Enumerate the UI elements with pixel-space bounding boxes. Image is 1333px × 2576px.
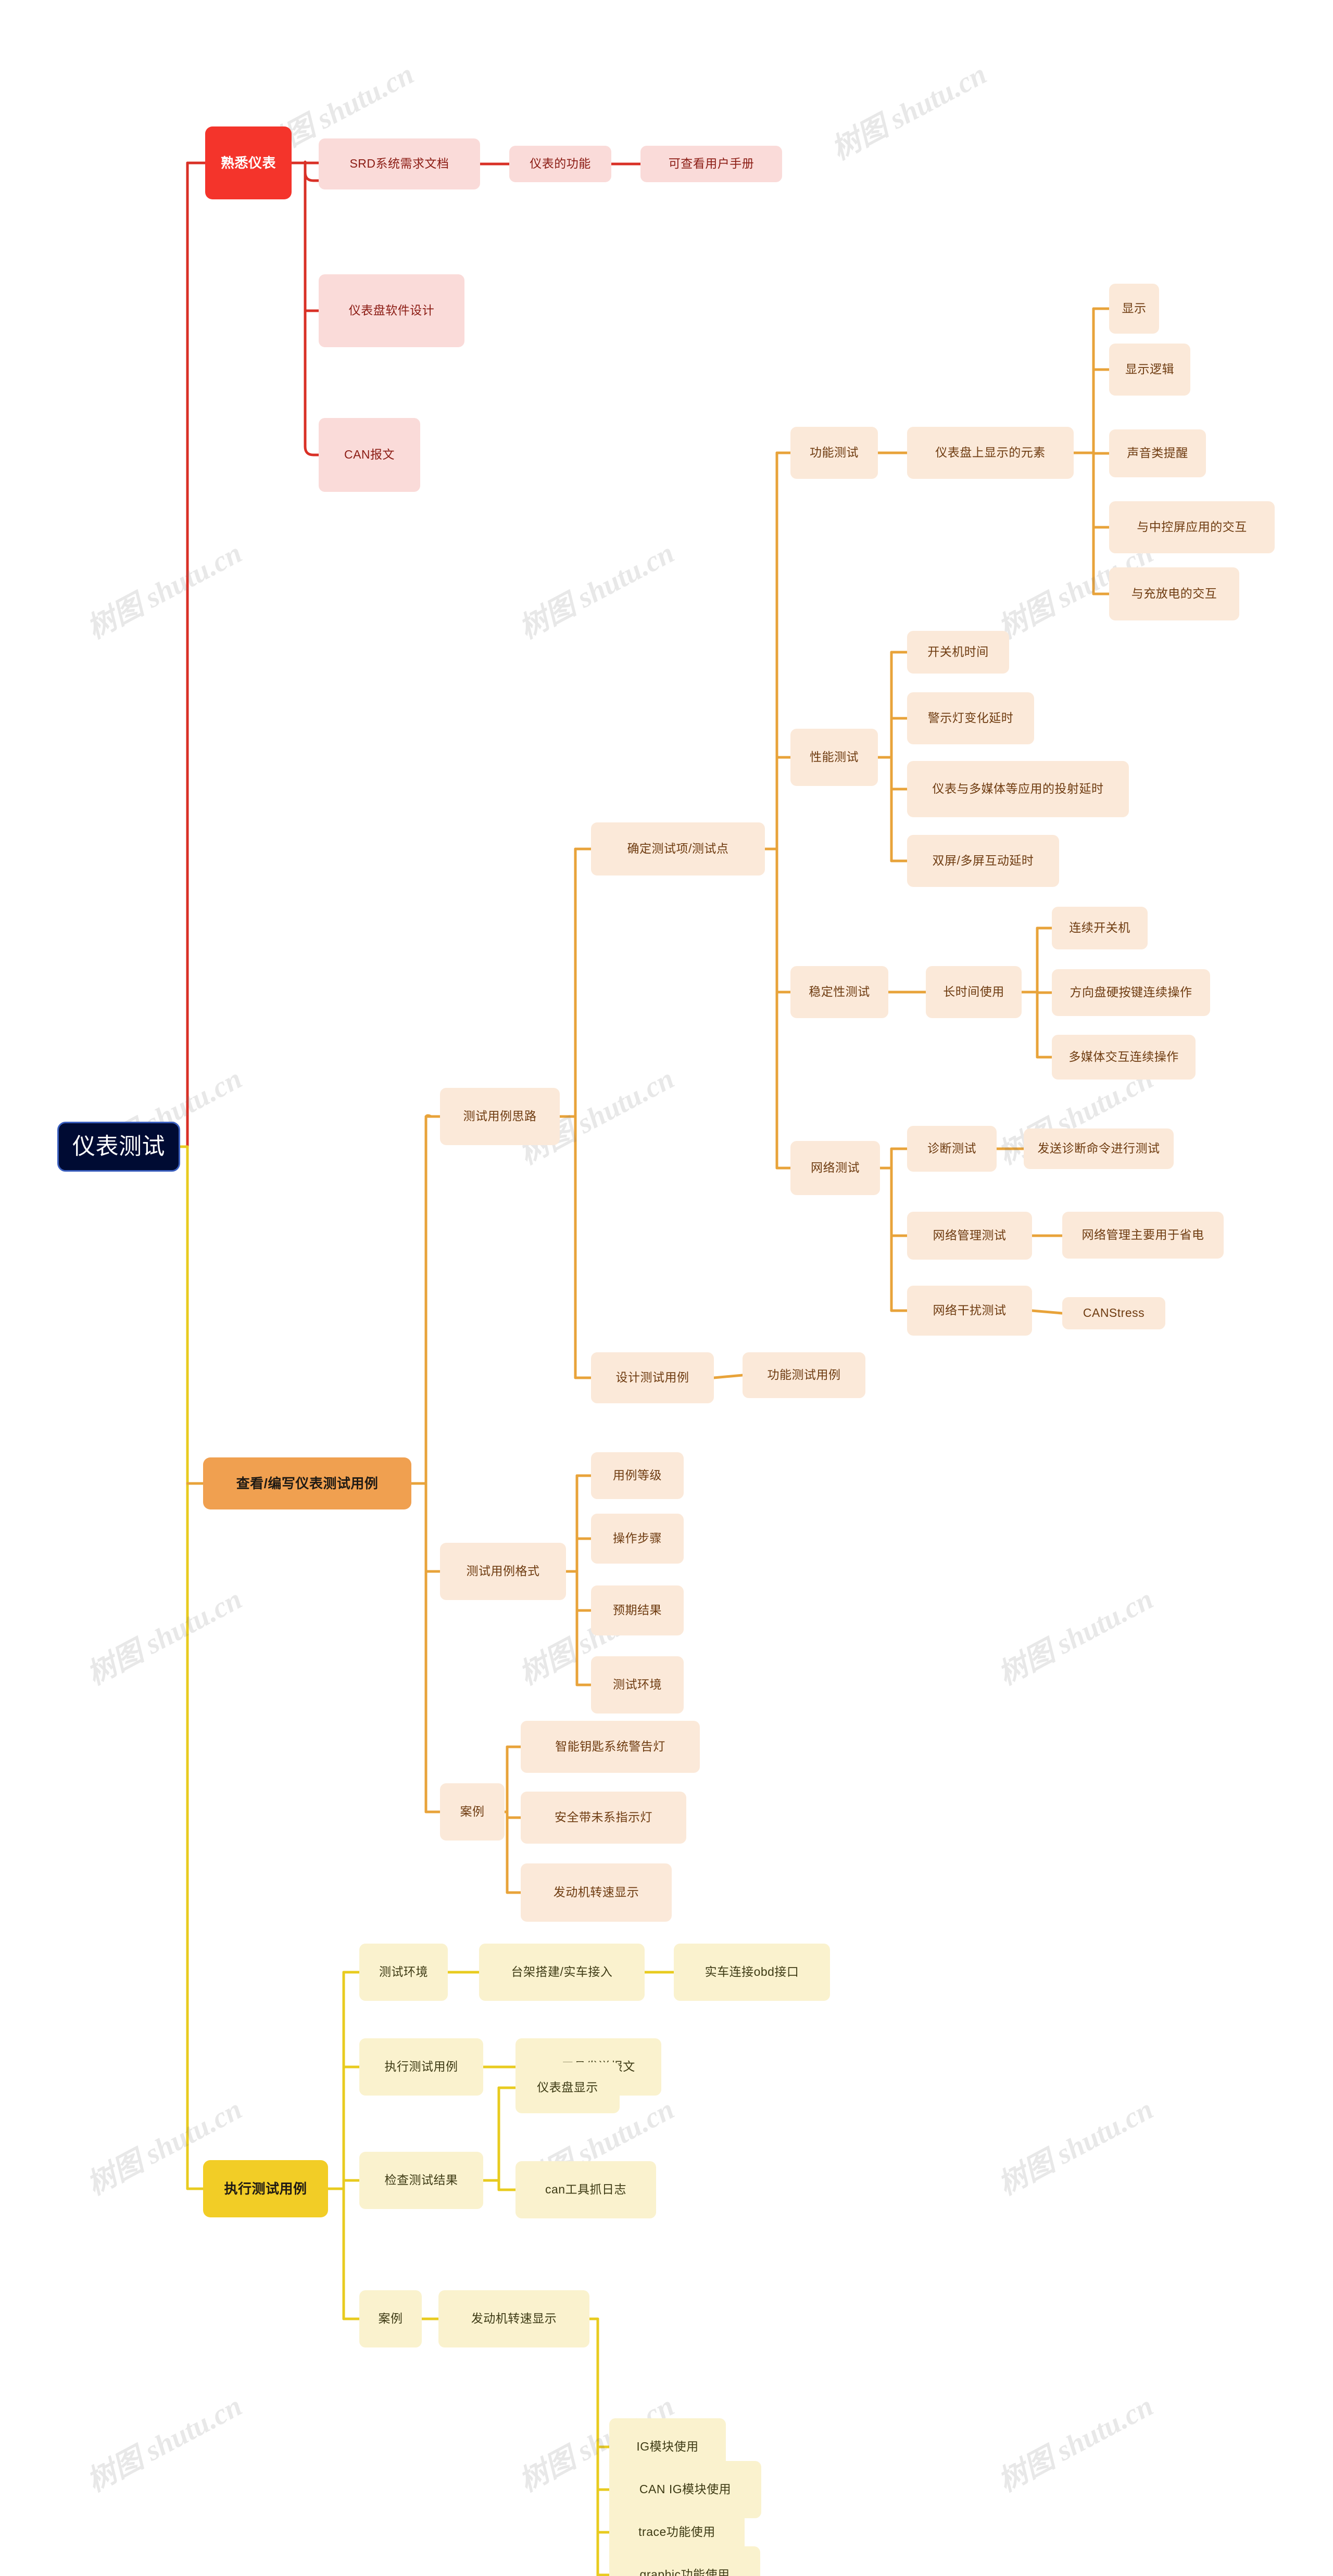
node-case-yellow[interactable]: 案例	[359, 2290, 422, 2347]
node-continuous-power-cycle[interactable]: 连续开关机	[1052, 907, 1148, 949]
node-test-environment[interactable]: 测试环境	[359, 1944, 448, 2001]
node-dashboard-display-elements[interactable]: 仪表盘上显示的元素	[907, 427, 1074, 479]
node-engine-rpm-display-yellow[interactable]: 发动机转速显示	[438, 2290, 589, 2347]
node-can-tool-capture-log[interactable]: can工具抓日志	[515, 2161, 656, 2218]
node-test-environment-format[interactable]: 测试环境	[591, 1656, 684, 1714]
node-sound-alert[interactable]: 声音类提醒	[1109, 429, 1206, 477]
node-network-management-test[interactable]: 网络管理测试	[907, 1212, 1032, 1260]
node-long-term-use[interactable]: 长时间使用	[926, 966, 1022, 1018]
watermark: 树图 shutu.cn	[82, 2390, 247, 2498]
node-dashboard-display[interactable]: 仪表盘显示	[515, 2062, 620, 2113]
node-center-screen-interaction[interactable]: 与中控屏应用的交互	[1109, 501, 1275, 553]
node-network-management-power-saving[interactable]: 网络管理主要用于省电	[1062, 1212, 1224, 1259]
node-charging-interaction[interactable]: 与充放电的交互	[1109, 567, 1239, 620]
mindmap-canvas: 树图 shutu.cn 树图 shutu.cn 树图 shutu.cn 树图 s…	[0, 0, 1333, 2576]
branch-node-view-write-test-cases[interactable]: 查看/编写仪表测试用例	[203, 1457, 411, 1509]
node-diagnostic-test[interactable]: 诊断测试	[907, 1126, 997, 1172]
node-bootup-shutdown-time[interactable]: 开关机时间	[907, 631, 1009, 674]
node-graphic-function-usage[interactable]: graphic功能使用	[609, 2546, 760, 2576]
node-test-case-format[interactable]: 测试用例格式	[440, 1543, 566, 1600]
node-seatbelt-indicator[interactable]: 安全带未系指示灯	[521, 1792, 686, 1844]
branch-node-familiar-instrument[interactable]: 熟悉仪表	[205, 126, 292, 199]
node-vehicle-obd-connection[interactable]: 实车连接obd接口	[674, 1944, 830, 2001]
node-smart-key-warning-light[interactable]: 智能钥匙系统警告灯	[521, 1721, 700, 1773]
node-network-interference-test[interactable]: 网络干扰测试	[907, 1286, 1032, 1336]
watermark: 树图 shutu.cn	[82, 537, 247, 645]
watermark: 树图 shutu.cn	[993, 2390, 1159, 2498]
node-engine-rpm-display-orange[interactable]: 发动机转速显示	[521, 1863, 672, 1922]
watermark: 树图 shutu.cn	[514, 537, 680, 645]
node-instrument-function[interactable]: 仪表的功能	[509, 146, 611, 182]
watermark: 树图 shutu.cn	[82, 1583, 247, 1692]
node-network-test[interactable]: 网络测试	[790, 1141, 880, 1195]
node-display[interactable]: 显示	[1109, 284, 1159, 334]
watermark: 树图 shutu.cn	[993, 2093, 1159, 2202]
node-design-test-case[interactable]: 设计测试用例	[591, 1352, 714, 1403]
node-execute-test-case[interactable]: 执行测试用例	[359, 2038, 483, 2096]
node-dashboard-software-design[interactable]: 仪表盘软件设计	[319, 274, 464, 347]
node-warning-light-change-delay[interactable]: 警示灯变化延时	[907, 692, 1034, 744]
node-steering-wheel-key-operation[interactable]: 方向盘硬按键连续操作	[1052, 969, 1210, 1016]
node-can-message[interactable]: CAN报文	[319, 418, 420, 492]
node-operation-steps[interactable]: 操作步骤	[591, 1514, 684, 1564]
node-bench-setup-vehicle-access[interactable]: 台架搭建/实车接入	[479, 1944, 645, 2001]
node-view-user-manual[interactable]: 可查看用户手册	[640, 146, 782, 182]
branch-node-execute-test-cases[interactable]: 执行测试用例	[203, 2160, 328, 2217]
node-srd-requirement-doc[interactable]: SRD系统需求文档	[319, 138, 480, 189]
node-canstress[interactable]: CANStress	[1062, 1297, 1165, 1329]
node-stability-test[interactable]: 稳定性测试	[790, 966, 888, 1018]
node-projection-delay[interactable]: 仪表与多媒体等应用的投射延时	[907, 761, 1129, 817]
node-check-test-result[interactable]: 检查测试结果	[359, 2152, 483, 2209]
node-display-logic[interactable]: 显示逻辑	[1109, 344, 1190, 396]
node-determine-test-items[interactable]: 确定测试项/测试点	[591, 822, 765, 875]
node-functional-test[interactable]: 功能测试	[790, 427, 878, 479]
root-node[interactable]: 仪表测试	[57, 1122, 180, 1172]
node-test-case-approach[interactable]: 测试用例思路	[440, 1088, 560, 1145]
node-case-orange[interactable]: 案例	[440, 1783, 505, 1841]
node-functional-test-case[interactable]: 功能测试用例	[743, 1352, 865, 1398]
node-multiscreen-interaction-delay[interactable]: 双屏/多屏互动延时	[907, 835, 1059, 887]
watermark: 树图 shutu.cn	[993, 1583, 1159, 1692]
watermark: 树图 shutu.cn	[826, 58, 992, 167]
node-send-diagnostic-command[interactable]: 发送诊断命令进行测试	[1024, 1128, 1174, 1169]
node-case-level[interactable]: 用例等级	[591, 1452, 684, 1499]
node-performance-test[interactable]: 性能测试	[790, 729, 878, 786]
node-expected-result[interactable]: 预期结果	[591, 1585, 684, 1635]
node-multimedia-continuous-operation[interactable]: 多媒体交互连续操作	[1052, 1035, 1196, 1080]
